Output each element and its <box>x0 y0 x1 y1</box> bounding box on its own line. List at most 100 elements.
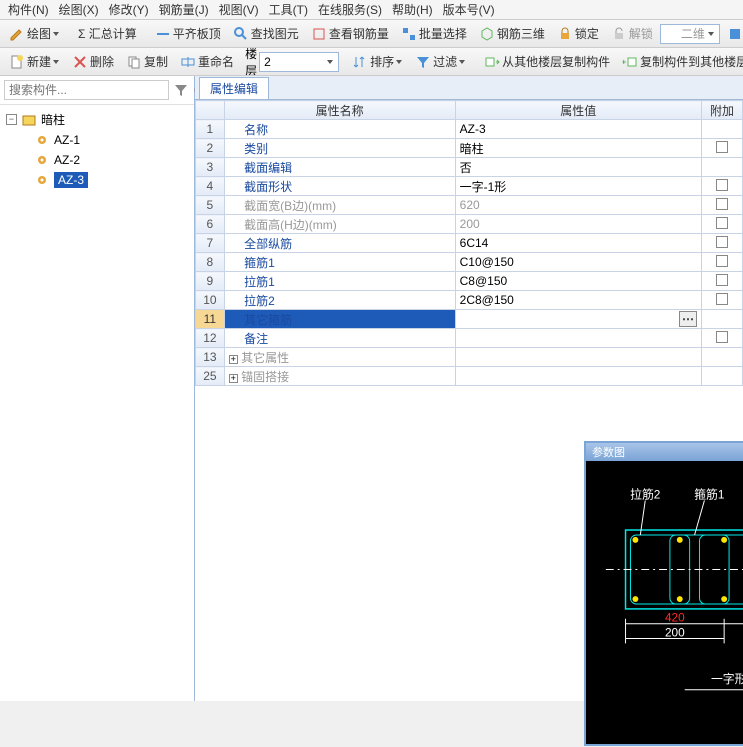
extra-cell[interactable] <box>701 329 742 348</box>
table-row[interactable]: 2 类别暗柱 <box>196 139 743 158</box>
menu-item[interactable]: 工具(T) <box>265 1 312 18</box>
lock-button[interactable]: 锁定 <box>552 23 604 44</box>
menu-item[interactable]: 帮助(H) <box>388 1 437 18</box>
checkbox[interactable] <box>716 331 728 343</box>
property-name-cell[interactable]: + 其它属性 <box>224 348 455 367</box>
property-value-cell[interactable]: 620 <box>455 196 701 215</box>
copy-button[interactable]: 复制 <box>121 51 173 72</box>
checkbox[interactable] <box>716 217 728 229</box>
menu-item[interactable]: 修改(Y) <box>105 1 153 18</box>
preview-window[interactable]: 参数图 拉筋2 箍筋1 拉筋1 <box>584 441 743 746</box>
menu-item[interactable]: 钢筋量(J) <box>155 1 213 18</box>
extra-cell[interactable] <box>701 272 742 291</box>
view-button[interactable]: 俯视 <box>722 23 743 44</box>
table-row[interactable]: 8 箍筋1C10@150 <box>196 253 743 272</box>
filter-icon[interactable] <box>173 82 189 98</box>
copy-to-button[interactable]: 复制构件到其他楼层 <box>617 51 743 72</box>
tree-item[interactable]: AZ-1 <box>4 130 190 150</box>
property-name-cell[interactable]: 拉筋1 <box>224 272 455 291</box>
checkbox[interactable] <box>716 274 728 286</box>
extra-cell[interactable] <box>701 367 742 386</box>
property-name-cell[interactable]: 截面形状 <box>224 177 455 196</box>
property-value-cell[interactable]: 否 <box>455 158 701 177</box>
tree-root[interactable]: − 暗柱 <box>4 109 190 130</box>
checkbox[interactable] <box>716 141 728 153</box>
expand-icon[interactable]: + <box>229 355 238 364</box>
extra-cell[interactable] <box>701 310 742 329</box>
ellipsis-button[interactable]: ⋯ <box>679 311 697 327</box>
property-name-cell[interactable]: + 锚固搭接 <box>224 367 455 386</box>
property-value-cell[interactable]: 一字-1形 <box>455 177 701 196</box>
table-row[interactable]: 11 其它箍筋⋯ <box>196 310 743 329</box>
table-row[interactable]: 1 名称AZ-3 <box>196 120 743 139</box>
dimension-combo[interactable]: 二维 <box>660 24 720 44</box>
property-value-cell[interactable]: 200 <box>455 215 701 234</box>
property-name-cell[interactable]: 全部纵筋 <box>224 234 455 253</box>
property-name-cell[interactable]: 截面高(H边)(mm) <box>224 215 455 234</box>
extra-cell[interactable] <box>701 158 742 177</box>
menu-item[interactable]: 在线服务(S) <box>314 1 386 18</box>
find-elem-button[interactable]: 查找图元 <box>228 23 304 44</box>
table-row[interactable]: 3 截面编辑否 <box>196 158 743 177</box>
property-name-cell[interactable]: 截面宽(B边)(mm) <box>224 196 455 215</box>
property-name-cell[interactable]: 拉筋2 <box>224 291 455 310</box>
checkbox[interactable] <box>716 236 728 248</box>
property-value-cell[interactable] <box>455 348 701 367</box>
property-value-cell[interactable] <box>455 367 701 386</box>
sort-button[interactable]: 排序 <box>347 51 408 72</box>
flat-button[interactable]: 平齐板顶 <box>150 23 226 44</box>
property-value-cell[interactable] <box>455 329 701 348</box>
tree-item[interactable]: AZ-2 <box>4 150 190 170</box>
property-value-cell[interactable]: C8@150 <box>455 272 701 291</box>
view-rebar-button[interactable]: 查看钢筋量 <box>306 23 394 44</box>
copy-from-button[interactable]: 从其他楼层复制构件 <box>479 51 615 72</box>
property-name-cell[interactable]: 备注 <box>224 329 455 348</box>
table-row[interactable]: 13+ 其它属性 <box>196 348 743 367</box>
extra-cell[interactable] <box>701 196 742 215</box>
batch-select-button[interactable]: 批量选择 <box>396 23 472 44</box>
table-row[interactable]: 9 拉筋1C8@150 <box>196 272 743 291</box>
unlock-button[interactable]: 解锁 <box>606 23 658 44</box>
extra-cell[interactable] <box>701 234 742 253</box>
extra-cell[interactable] <box>701 120 742 139</box>
extra-cell[interactable] <box>701 348 742 367</box>
property-value-cell[interactable]: 暗柱 <box>455 139 701 158</box>
property-name-cell[interactable]: 类别 <box>224 139 455 158</box>
checkbox[interactable] <box>716 179 728 191</box>
floor-combo[interactable]: 2 <box>259 52 339 72</box>
rebar-3d-button[interactable]: 钢筋三维 <box>474 23 550 44</box>
menu-item[interactable]: 版本号(V) <box>439 1 499 18</box>
table-row[interactable]: 5 截面宽(B边)(mm)620 <box>196 196 743 215</box>
tab-property-edit[interactable]: 属性编辑 <box>199 77 269 99</box>
table-row[interactable]: 25+ 锚固搭接 <box>196 367 743 386</box>
table-row[interactable]: 12 备注 <box>196 329 743 348</box>
property-name-cell[interactable]: 截面编辑 <box>224 158 455 177</box>
tree-item-selected[interactable]: AZ-3 <box>4 170 190 190</box>
collapse-icon[interactable]: − <box>6 114 17 125</box>
checkbox[interactable] <box>716 198 728 210</box>
menu-item[interactable]: 视图(V) <box>215 1 263 18</box>
property-value-cell[interactable]: 2C8@150 <box>455 291 701 310</box>
extra-cell[interactable] <box>701 177 742 196</box>
checkbox[interactable] <box>716 255 728 267</box>
menu-item[interactable]: 构件(N) <box>4 1 53 18</box>
property-value-cell[interactable]: 6C14 <box>455 234 701 253</box>
property-value-cell[interactable]: C10@150 <box>455 253 701 272</box>
draw-button[interactable]: 绘图 <box>4 23 65 44</box>
extra-cell[interactable] <box>701 253 742 272</box>
property-name-cell[interactable]: 箍筋1 <box>224 253 455 272</box>
expand-icon[interactable]: + <box>229 374 238 383</box>
property-value-cell[interactable]: ⋯ <box>455 310 701 329</box>
search-input[interactable] <box>4 80 169 100</box>
delete-button[interactable]: 删除 <box>67 51 119 72</box>
sum-button[interactable]: Σ 汇总计算 <box>73 23 142 44</box>
new-button[interactable]: 新建 <box>4 51 65 72</box>
table-row[interactable]: 4 截面形状一字-1形 <box>196 177 743 196</box>
table-row[interactable]: 7 全部纵筋6C14 <box>196 234 743 253</box>
table-row[interactable]: 6 截面高(H边)(mm)200 <box>196 215 743 234</box>
rename-button[interactable]: 重命名 <box>175 51 239 72</box>
property-value-cell[interactable]: AZ-3 <box>455 120 701 139</box>
extra-cell[interactable] <box>701 291 742 310</box>
menu-item[interactable]: 绘图(X) <box>55 1 103 18</box>
extra-cell[interactable] <box>701 139 742 158</box>
